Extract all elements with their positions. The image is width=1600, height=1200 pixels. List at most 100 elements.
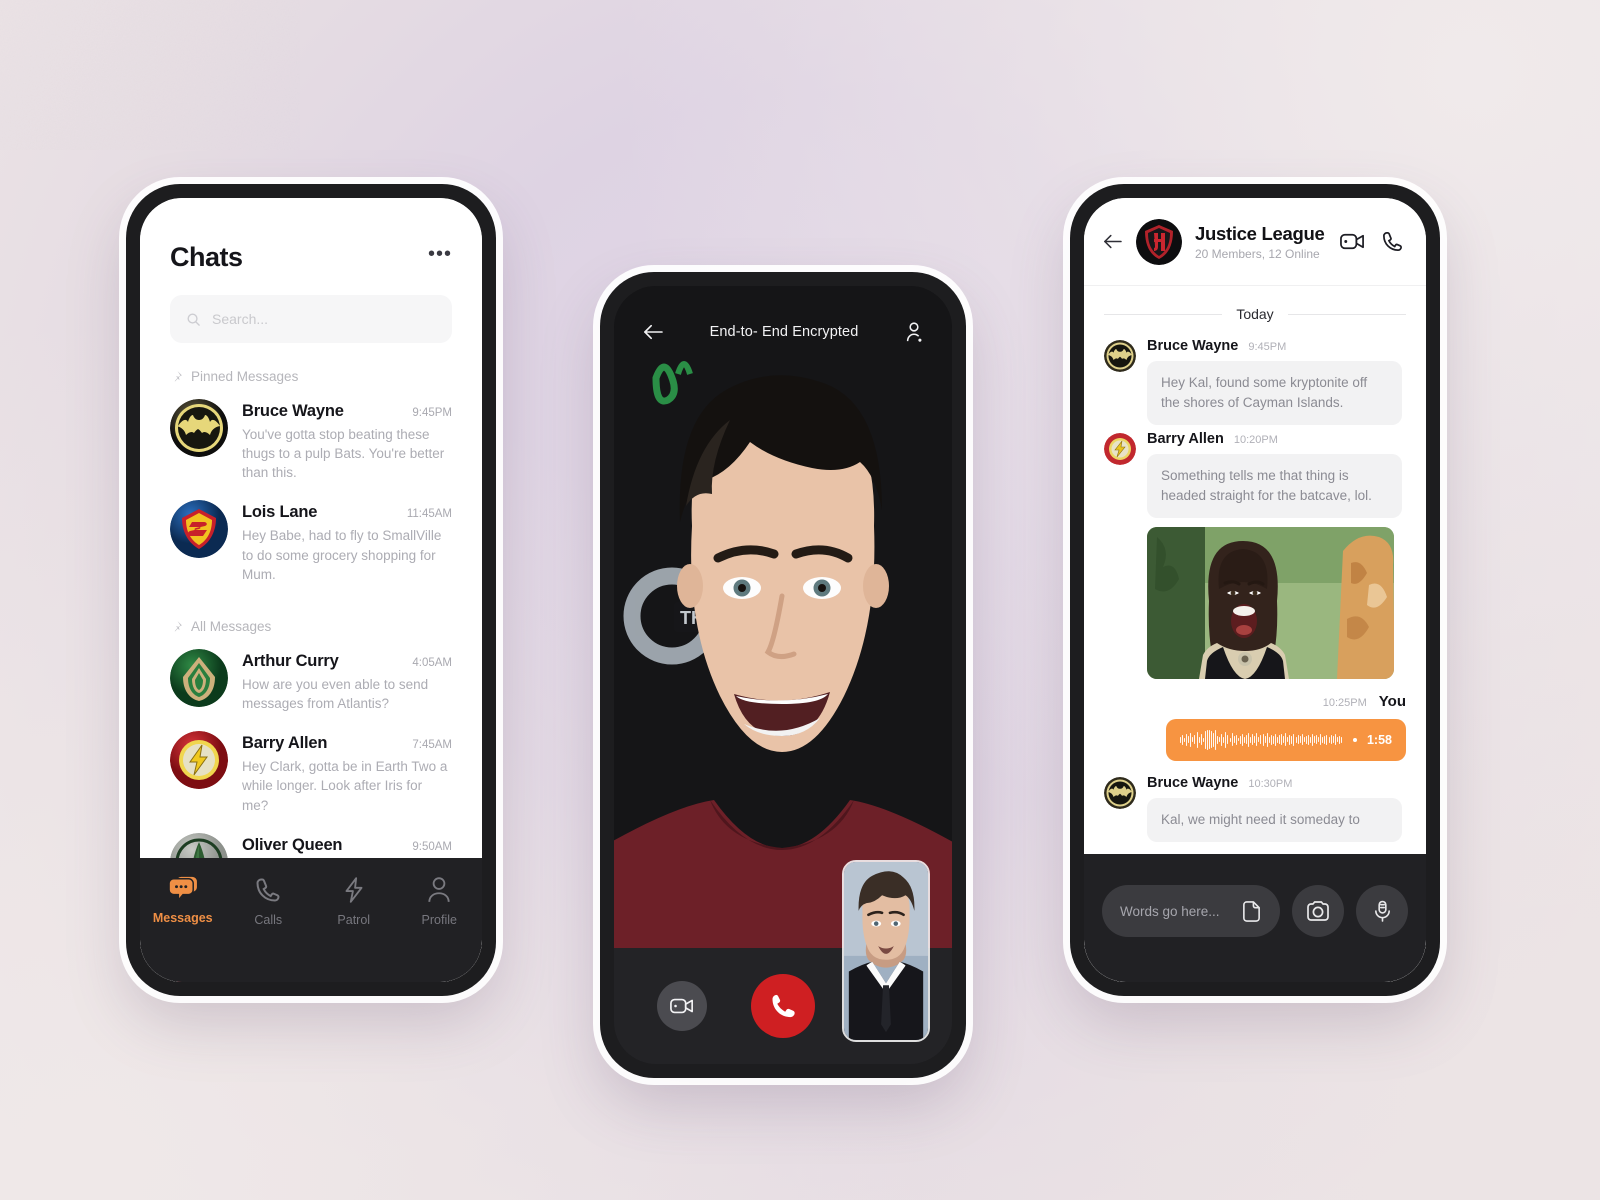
arrow-left-icon[interactable] xyxy=(1102,233,1123,250)
phone-chats-list: Chats ••• Search... Pinned Messages Bruc… xyxy=(126,184,496,996)
video-camera-icon xyxy=(670,998,693,1014)
message-time: 10:25PM xyxy=(1322,696,1367,709)
divider-line-right xyxy=(1287,313,1407,315)
message-time: 10:20PM xyxy=(1233,433,1278,446)
voice-duration: 1:58 xyxy=(1366,732,1392,747)
chat-name: Lois Lane xyxy=(242,503,318,522)
flash-logo-avatar xyxy=(1104,432,1136,465)
bottom-tab-bar: Messages Calls Patrol Profile xyxy=(140,858,482,982)
lightning-bolt-icon xyxy=(345,877,363,903)
voice-record-button[interactable] xyxy=(1356,885,1408,937)
chats-screen: Chats ••• Search... Pinned Messages Bruc… xyxy=(140,198,482,982)
chat-preview: Hey Clark, gotta be in Earth Two a while… xyxy=(242,759,448,813)
justice-league-logo[interactable] xyxy=(1136,218,1182,265)
batman-logo-avatar xyxy=(1104,340,1136,372)
tab-label: Patrol xyxy=(337,913,371,927)
toggle-video-button[interactable] xyxy=(657,981,707,1031)
message-sender: You xyxy=(1378,692,1406,710)
search-icon xyxy=(187,313,200,326)
chat-item-body: Barry Allen 7:45AM Hey Clark, gotta be i… xyxy=(242,731,452,814)
video-camera-icon[interactable] xyxy=(1340,232,1365,251)
end-call-button[interactable] xyxy=(751,974,815,1038)
section-label-text: All Messages xyxy=(191,618,272,634)
day-label: Today xyxy=(1236,306,1274,322)
day-divider: Today xyxy=(1104,306,1407,322)
tab-profile[interactable]: Profile xyxy=(397,876,483,927)
section-pinned-messages: Pinned Messages xyxy=(170,369,452,384)
message-composer: Words go here... xyxy=(1084,854,1426,982)
background-grain xyxy=(0,0,300,150)
add-person-icon[interactable] xyxy=(904,321,924,343)
section-all-messages: All Messages xyxy=(170,619,452,634)
phone-group-chat: Justice League 20 Members, 12 Online Tod… xyxy=(1070,184,1440,996)
chat-bubbles-icon xyxy=(168,876,197,902)
arrow-left-icon[interactable] xyxy=(642,323,664,341)
message-image-attachment[interactable] xyxy=(1147,526,1394,679)
phone-handset-icon xyxy=(772,994,795,1018)
pin-icon xyxy=(174,371,182,382)
message-bruce-wayne-1: Bruce Wayne 9:45PM Hey Kal, found some k… xyxy=(1104,338,1406,425)
self-view-thumbnail[interactable] xyxy=(842,860,930,1042)
message-barry-allen-1: Barry Allen 10:20PM Something tells me t… xyxy=(1104,431,1406,679)
chat-list-item-barry-allen[interactable]: Barry Allen 7:45AM Hey Clark, gotta be i… xyxy=(170,722,452,823)
group-chat-screen: Justice League 20 Members, 12 Online Tod… xyxy=(1084,198,1426,982)
message-sender: Barry Allen xyxy=(1147,430,1224,447)
chat-name: Oliver Queen xyxy=(242,835,343,854)
tab-calls[interactable]: Calls xyxy=(226,876,312,927)
microphone-icon xyxy=(1374,900,1390,922)
chats-header: Chats ••• xyxy=(170,242,452,273)
message-bruce-wayne-2: Bruce Wayne 10:30PM Kal, we might need i… xyxy=(1104,775,1406,842)
message-input[interactable]: Words go here... xyxy=(1102,885,1280,937)
flash-logo-avatar xyxy=(170,731,228,790)
call-top-bar: End-to- End Encrypted xyxy=(614,286,952,378)
chat-name: Arthur Curry xyxy=(242,651,339,670)
chat-name: Barry Allen xyxy=(242,734,328,753)
document-icon[interactable] xyxy=(1241,900,1262,923)
message-sender: Bruce Wayne xyxy=(1147,338,1239,354)
voice-note-message[interactable]: 1:58 xyxy=(1166,718,1406,761)
group-title: Justice League xyxy=(1195,222,1325,244)
chat-time: 4:05AM xyxy=(412,656,452,669)
batman-logo-avatar xyxy=(1104,776,1136,809)
divider-line-left xyxy=(1104,313,1223,315)
message-body: Barry Allen 10:20PM Something tells me t… xyxy=(1147,431,1406,679)
aquaman-logo-avatar xyxy=(170,648,228,707)
phone-video-call: THE xyxy=(600,272,966,1078)
tab-label: Messages xyxy=(152,911,213,925)
group-subtitle: 20 Members, 12 Online xyxy=(1195,246,1320,261)
page-title: Chats xyxy=(170,242,243,272)
chat-time: 9:50AM xyxy=(412,840,452,853)
chat-item-body: Bruce Wayne 9:45PM You've gotta stop bea… xyxy=(242,399,452,482)
phone-icon[interactable] xyxy=(1381,230,1404,253)
message-time: 10:30PM xyxy=(1248,777,1293,790)
tab-patrol[interactable]: Patrol xyxy=(311,876,397,927)
search-input[interactable]: Search... xyxy=(170,295,452,343)
person-icon xyxy=(428,877,450,902)
group-header-texts: Justice League 20 Members, 12 Online xyxy=(1195,223,1327,261)
message-bubble: Kal, we might need it someday to xyxy=(1147,797,1402,842)
message-body: Bruce Wayne 9:45PM Hey Kal, found some k… xyxy=(1147,338,1406,425)
chat-list-item-lois-lane[interactable]: Lois Lane 11:45AM Hey Babe, had to fly t… xyxy=(170,491,452,592)
chat-list-item-arthur-curry[interactable]: Arthur Curry 4:05AM How are you even abl… xyxy=(170,640,452,722)
message-input-placeholder: Words go here... xyxy=(1120,903,1220,919)
search-placeholder: Search... xyxy=(212,311,269,327)
camera-icon xyxy=(1307,900,1329,921)
tab-messages[interactable]: Messages xyxy=(140,876,226,925)
batman-logo-avatar xyxy=(170,399,228,457)
chat-preview: How are you even able to send messages f… xyxy=(242,676,429,712)
group-chat-header: Justice League 20 Members, 12 Online xyxy=(1084,198,1426,286)
chat-time: 7:45AM xyxy=(412,739,452,752)
tab-label: Profile xyxy=(421,913,457,927)
camera-button[interactable] xyxy=(1292,885,1344,937)
chat-list-item-bruce-wayne[interactable]: Bruce Wayne 9:45PM You've gotta stop bea… xyxy=(170,390,452,491)
group-header-actions xyxy=(1340,230,1404,253)
playhead-dot xyxy=(1352,737,1357,742)
chat-item-body: Arthur Curry 4:05AM How are you even abl… xyxy=(242,649,452,713)
chat-name: Bruce Wayne xyxy=(242,402,344,420)
video-call-screen: THE xyxy=(614,286,952,1064)
message-sender: Bruce Wayne xyxy=(1147,774,1239,791)
tab-label: Calls xyxy=(254,913,283,927)
more-horizontal-icon[interactable]: ••• xyxy=(428,244,452,267)
message-you-meta: 10:25PM You xyxy=(1104,693,1406,710)
chat-preview: Hey Babe, had to fly to SmallVille to do… xyxy=(242,528,442,582)
